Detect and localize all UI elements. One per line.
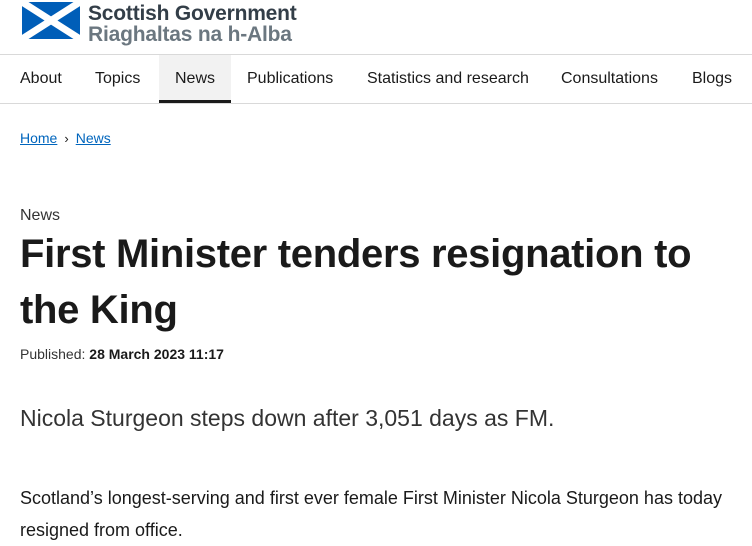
site-header: Scottish Government Riaghaltas na h-Alba (0, 0, 752, 55)
nav-item-blogs[interactable]: Blogs (692, 55, 732, 103)
main-navigation: About Topics News Publications Statistic… (0, 55, 752, 104)
logo-name-gaelic: Riaghaltas na h-Alba (88, 23, 292, 46)
breadcrumb-home-link[interactable]: Home (20, 130, 57, 146)
nav-item-consultations[interactable]: Consultations (561, 55, 658, 103)
nav-item-publications[interactable]: Publications (247, 55, 333, 103)
publication-meta: Published: 28 March 2023 11:17 (20, 346, 224, 362)
breadcrumb-separator: › (64, 131, 69, 146)
published-label: Published: (20, 346, 86, 362)
breadcrumb: Home › News (20, 130, 111, 146)
nav-item-topics[interactable]: Topics (95, 55, 140, 103)
saltire-flag-icon (22, 2, 80, 39)
article-body-paragraph: Scotland’s longest-serving and first eve… (20, 488, 722, 540)
article-type-label: News (20, 207, 61, 224)
nav-item-statistics-and-research[interactable]: Statistics and research (367, 55, 529, 103)
logo-text: Scottish Government Riaghaltas na h-Alba (88, 2, 297, 45)
breadcrumb-news-link[interactable]: News (76, 130, 111, 146)
nav-item-about[interactable]: About (20, 55, 62, 103)
page-title: First Minister tenders resignation to th… (20, 232, 692, 332)
site-logo[interactable]: Scottish Government Riaghaltas na h-Alba (22, 2, 297, 45)
article-lead: Nicola Sturgeon steps down after 3,051 d… (20, 405, 555, 431)
published-date: 28 March 2023 11:17 (89, 346, 224, 362)
nav-item-news[interactable]: News (159, 55, 231, 103)
logo-name-english: Scottish Government (88, 2, 297, 25)
